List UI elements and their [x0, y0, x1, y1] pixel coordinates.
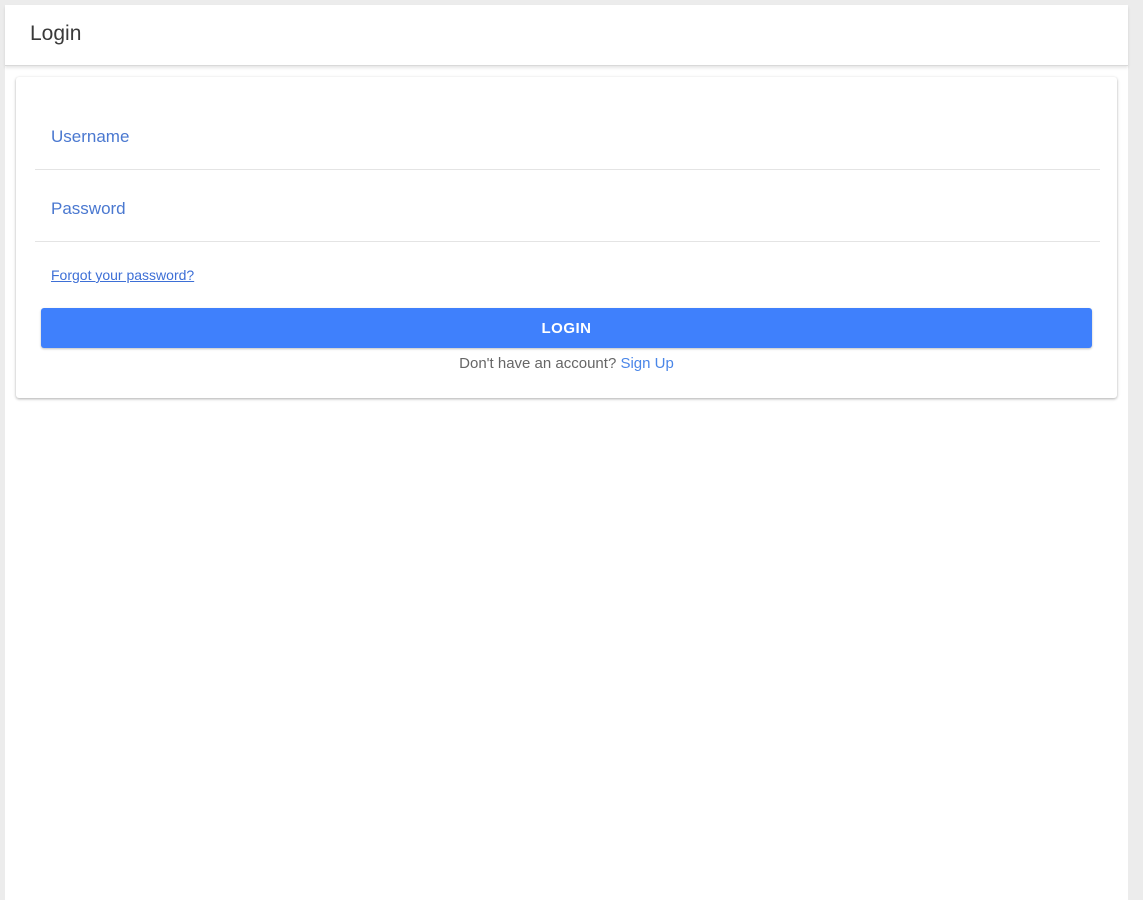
login-button[interactable]: LOGIN — [41, 308, 1092, 348]
app-header: Login — [5, 5, 1128, 66]
signup-link[interactable]: Sign Up — [620, 355, 673, 372]
username-input[interactable] — [51, 124, 1091, 150]
app-frame: Login Forgot your password? LOGIN Don't … — [5, 5, 1128, 900]
username-field — [35, 98, 1100, 170]
signup-prompt: Don't have an account? — [459, 355, 617, 372]
forgot-password-link[interactable]: Forgot your password? — [51, 267, 194, 283]
signup-row: Don't have an account? Sign Up — [16, 355, 1117, 372]
password-field — [35, 170, 1100, 242]
page-title: Login — [30, 22, 82, 45]
password-input[interactable] — [51, 196, 1091, 222]
login-card: Forgot your password? LOGIN Don't have a… — [16, 77, 1117, 398]
